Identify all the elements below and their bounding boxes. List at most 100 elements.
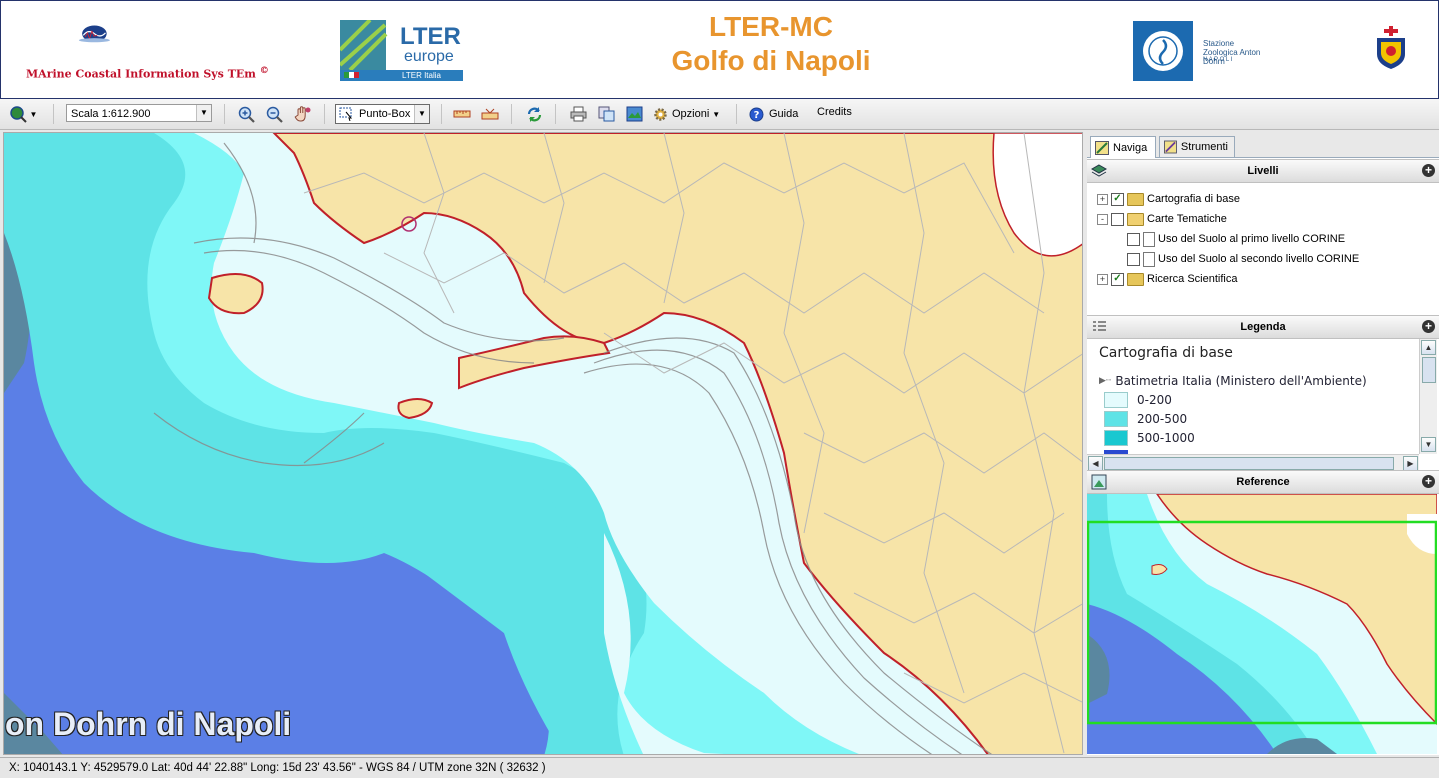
szn-logo: Stazione Zoologica Anton Dohrn N A P O L… bbox=[1133, 21, 1269, 81]
tree-connector-icon: ▶┈ bbox=[1099, 376, 1112, 386]
map-toolbar: ▼ Scala 1:612.900 ▼ Punto-Box ▼ Opzioni … bbox=[0, 99, 1439, 130]
layer-item-carte-tematiche[interactable]: - Carte Tematiche bbox=[1097, 210, 1227, 228]
open-folder-icon bbox=[1127, 212, 1144, 226]
toolbar-divider bbox=[441, 104, 442, 124]
layer-item-corine-1[interactable]: Uso del Suolo al primo livello CORINE bbox=[1127, 230, 1345, 248]
legend-item-label: 500-1000 bbox=[1137, 431, 1195, 445]
credits-link[interactable]: Credits bbox=[817, 106, 852, 118]
zoom-out-icon bbox=[266, 106, 283, 123]
selection-mode-select[interactable]: Punto-Box ▼ bbox=[335, 104, 430, 124]
collapse-node-icon[interactable]: - bbox=[1097, 213, 1108, 225]
options-label: Opzioni bbox=[672, 108, 710, 120]
map-canvas[interactable] bbox=[3, 132, 1083, 755]
layer-label: Ricerca Scientifica bbox=[1147, 273, 1238, 285]
box-select-icon bbox=[339, 107, 353, 121]
layer-checkbox-checked[interactable]: ✓ bbox=[1111, 192, 1124, 206]
printer-icon bbox=[570, 106, 586, 122]
export-icon bbox=[598, 106, 614, 122]
toolbar-divider bbox=[53, 104, 54, 124]
legend-swatch bbox=[1104, 411, 1128, 427]
toolbar-divider bbox=[224, 104, 225, 124]
expand-reference-icon[interactable]: + bbox=[1422, 475, 1435, 488]
toolbar-divider bbox=[511, 104, 512, 124]
scale-select[interactable]: Scala 1:612.900 ▼ bbox=[66, 104, 212, 122]
lter-logo-word: LTER bbox=[400, 23, 461, 50]
toolbar-divider bbox=[555, 104, 556, 124]
reference-title: Reference bbox=[1236, 476, 1290, 488]
layer-checkbox-checked[interactable]: ✓ bbox=[1111, 272, 1124, 286]
legend-layer-row: ▶┈ Batimetria Italia (Ministero dell'Amb… bbox=[1099, 374, 1367, 388]
layers-icon bbox=[1091, 164, 1107, 177]
chevron-down-icon: ▼ bbox=[414, 105, 429, 123]
scroll-thumb[interactable] bbox=[1104, 457, 1394, 470]
folder-icon bbox=[1127, 272, 1144, 286]
map-image-button[interactable] bbox=[623, 104, 645, 124]
page-title-line1: LTER-MC bbox=[709, 11, 833, 42]
legend-item-label: 200-500 bbox=[1137, 412, 1188, 426]
scroll-left-icon[interactable]: ◀ bbox=[1088, 456, 1103, 471]
tab-naviga[interactable]: Naviga bbox=[1090, 136, 1156, 158]
legend-item: 200-500 bbox=[1104, 411, 1187, 427]
navigation-menu-button[interactable]: ▼ bbox=[5, 104, 41, 124]
measure-distance-button[interactable] bbox=[451, 104, 473, 124]
reference-map-icon bbox=[1091, 474, 1107, 490]
reference-panel-header[interactable]: Reference + bbox=[1087, 470, 1439, 494]
chevron-down-icon: ▼ bbox=[712, 109, 721, 119]
tab-strumenti[interactable]: Strumenti bbox=[1159, 136, 1235, 157]
layer-item-cartografia[interactable]: + ✓ Cartografia di base bbox=[1097, 190, 1240, 208]
expand-node-icon[interactable]: + bbox=[1097, 193, 1108, 205]
expand-layers-icon[interactable]: + bbox=[1422, 164, 1435, 177]
overview-map-image bbox=[1087, 494, 1437, 754]
layer-checkbox[interactable] bbox=[1127, 252, 1140, 266]
map-watermark: on Dohrn di Napoli bbox=[5, 706, 292, 742]
scale-value: Scala 1:612.900 bbox=[71, 108, 151, 120]
tools-tab-icon bbox=[1164, 140, 1177, 154]
map-image-icon bbox=[626, 106, 642, 122]
zoom-out-button[interactable] bbox=[264, 104, 284, 124]
zoom-in-button[interactable] bbox=[236, 104, 256, 124]
map-tab-icon bbox=[1095, 140, 1109, 155]
lter-logo-sub: LTER Italia bbox=[402, 71, 441, 80]
scroll-down-icon[interactable]: ▼ bbox=[1421, 437, 1436, 452]
legend-vertical-scrollbar[interactable]: ▲ ▼ bbox=[1419, 339, 1437, 454]
layers-panel-header[interactable]: Livelli + bbox=[1087, 159, 1439, 183]
zoom-in-icon bbox=[238, 106, 255, 123]
legend-item: 0-200 bbox=[1104, 392, 1172, 408]
layer-item-ricerca[interactable]: + ✓ Ricerca Scientifica bbox=[1097, 270, 1237, 288]
svg-text:?: ? bbox=[754, 110, 760, 121]
layer-label: Carte Tematiche bbox=[1147, 213, 1227, 225]
print-button[interactable] bbox=[567, 104, 589, 124]
chevron-down-icon: ▼ bbox=[196, 105, 211, 121]
area-ruler-icon bbox=[481, 108, 499, 120]
legend-content: Cartografia di base ▶┈ Batimetria Italia… bbox=[1087, 339, 1419, 454]
toolbar-divider bbox=[736, 104, 737, 124]
gear-icon bbox=[654, 107, 667, 121]
legend-panel-header[interactable]: Legenda + bbox=[1087, 315, 1439, 339]
layer-checkbox[interactable] bbox=[1127, 232, 1140, 246]
guide-button[interactable]: ? Guida bbox=[749, 104, 801, 124]
lter-europe-logo: LTER europe LTER Italia bbox=[340, 20, 463, 81]
scroll-thumb[interactable] bbox=[1422, 357, 1436, 383]
coordinates-status-bar: X: 1040143.1 Y: 4529579.0 Lat: 40d 44' 2… bbox=[0, 757, 1439, 778]
marine-logo-text: MArine Coastal Information Sys TEm © bbox=[26, 65, 269, 81]
options-menu-button[interactable]: Opzioni ▼ bbox=[652, 104, 724, 124]
layer-label: Uso del Suolo al primo livello CORINE bbox=[1158, 233, 1346, 245]
marine-logo bbox=[78, 25, 110, 43]
chevron-down-icon: ▼ bbox=[29, 109, 38, 119]
globe-zoom-icon bbox=[9, 106, 27, 123]
pan-button[interactable] bbox=[292, 104, 314, 124]
layer-item-corine-2[interactable]: Uso del Suolo al secondo livello CORINE bbox=[1127, 250, 1359, 268]
szn-logo-sub: N A P O L I bbox=[1203, 57, 1233, 63]
university-crest-icon bbox=[1377, 26, 1405, 69]
export-button[interactable] bbox=[595, 104, 617, 124]
expand-node-icon[interactable]: + bbox=[1097, 273, 1108, 285]
scroll-right-icon[interactable]: ▶ bbox=[1403, 456, 1418, 471]
reference-overview-map[interactable] bbox=[1087, 494, 1437, 754]
tab-naviga-label: Naviga bbox=[1113, 141, 1148, 154]
legend-item-label: 0-200 bbox=[1137, 393, 1172, 407]
scroll-up-icon[interactable]: ▲ bbox=[1421, 340, 1436, 355]
refresh-button[interactable] bbox=[523, 104, 545, 124]
measure-area-button[interactable] bbox=[479, 104, 501, 124]
expand-legend-icon[interactable]: + bbox=[1422, 320, 1435, 333]
layer-checkbox[interactable] bbox=[1111, 212, 1124, 226]
